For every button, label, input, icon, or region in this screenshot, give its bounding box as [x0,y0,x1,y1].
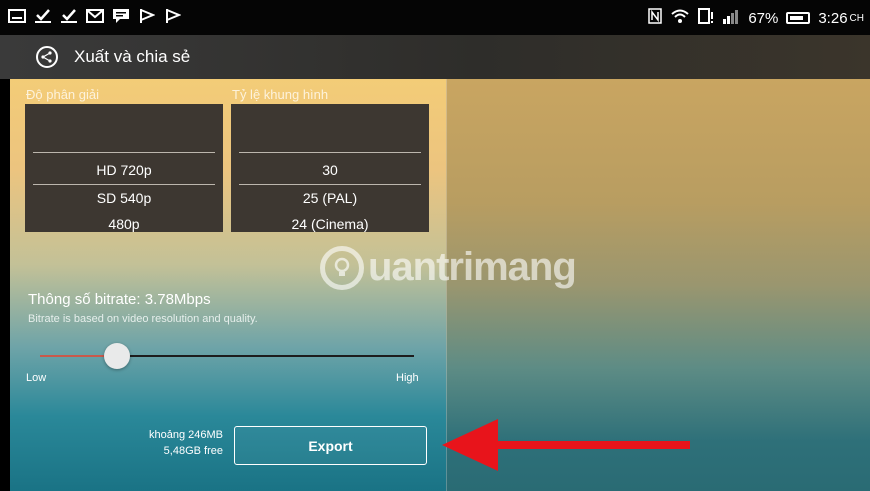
frame-rate-picker[interactable]: 30 25 (PAL) 24 (Cinema) [231,104,429,232]
resolution-picker[interactable]: HD 720p SD 540p 480p [25,104,223,232]
notification-icons [8,7,182,25]
clock: 3:26 [818,9,848,27]
system-status: 67% 3:26 CH [648,8,864,28]
page-title: Xuất và chia sẻ [74,47,191,66]
nfc-icon [648,8,663,28]
resolution-option-480[interactable]: 480p [25,216,223,232]
lightbulb-icon [320,245,364,290]
clock-suffix: CH [849,12,864,24]
battery-icon [786,12,811,24]
back-button[interactable] [36,46,58,68]
bitrate-title: Thông số bitrate: 3.78Mbps [28,291,211,308]
export-screen: Độ phân giải HD 720p SD 540p 480p Tỷ lệ … [10,79,870,491]
resolution-option-hd[interactable]: HD 720p [25,162,223,178]
bitrate-description: Bitrate is based on video resolution and… [28,313,258,325]
frame-rate-option-30[interactable]: 30 [231,162,429,178]
red-arrow-annotation [442,419,690,471]
picker-divider [239,152,421,153]
download-complete-icon [34,7,52,25]
download-complete-icon [60,7,78,25]
watermark-text: uantrimang [368,245,577,289]
free-space: 5,48GB free [163,445,223,457]
flag-icon [164,7,182,25]
sim-icon [698,8,714,28]
export-size-info: khoảng 246MB 5,48GB free [122,427,223,459]
signal-icon [722,8,740,28]
slider-high-label: High [396,372,419,384]
picker-divider [33,184,215,185]
picker-divider [239,184,421,185]
frame-rate-option-25[interactable]: 25 (PAL) [231,190,429,206]
frame-rate-label: Tỷ lệ khung hình [232,87,329,102]
slider-low-label: Low [26,372,47,384]
app-bar: Xuất và chia sẻ [0,35,870,79]
keyboard-icon [8,7,26,25]
chat-icon [112,7,130,25]
gmail-icon [86,7,104,25]
battery-percent: 67% [748,9,779,27]
share-back-icon [41,51,52,63]
size-estimate: khoảng 246MB [149,429,223,441]
frame-rate-option-24[interactable]: 24 (Cinema) [231,216,429,232]
export-button[interactable]: Export [234,426,427,465]
resolution-option-sd[interactable]: SD 540p [25,190,223,206]
watermark: uantrimang [320,245,577,290]
bitrate-slider-thumb[interactable] [104,343,130,369]
picker-divider [33,152,215,153]
status-bar: 67% 3:26 CH [0,0,870,35]
bitrate-slider-track[interactable] [116,355,414,357]
wifi-icon [670,8,690,28]
flag-icon [138,7,156,25]
resolution-label: Độ phân giải [26,87,99,102]
